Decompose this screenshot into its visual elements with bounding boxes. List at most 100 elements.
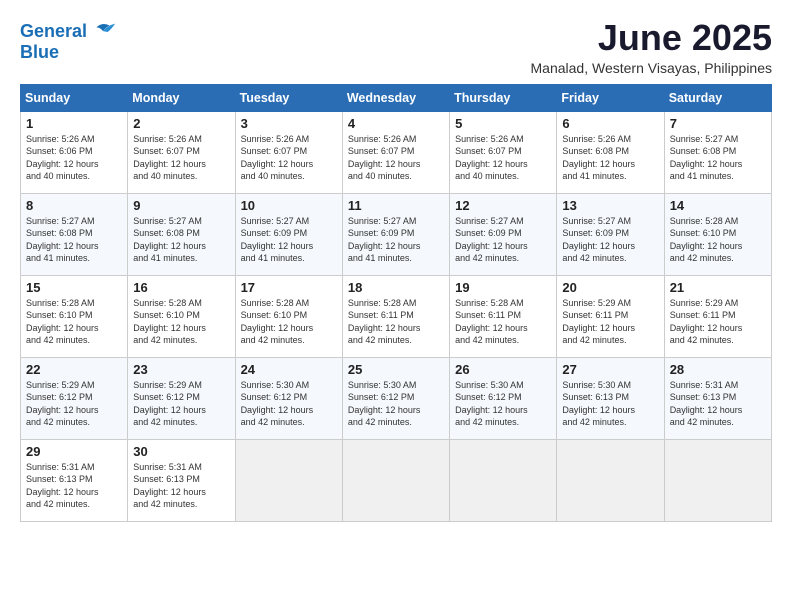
- day-number: 29: [26, 444, 122, 459]
- day-number: 25: [348, 362, 444, 377]
- day-number: 15: [26, 280, 122, 295]
- title-block: June 2025 Manalad, Western Visayas, Phil…: [531, 18, 773, 76]
- table-row: 10Sunrise: 5:27 AM Sunset: 6:09 PM Dayli…: [235, 193, 342, 275]
- day-detail: Sunrise: 5:29 AM Sunset: 6:11 PM Dayligh…: [670, 297, 766, 347]
- table-row: [235, 439, 342, 521]
- calendar-week-3: 15 Sunrise: 5:28 AM Sunset: 6:10 PM Dayli…: [21, 275, 772, 357]
- day-number: 21: [670, 280, 766, 295]
- table-row: 29 Sunrise: 5:31 AM Sunset: 6:13 PM Dayli…: [21, 439, 128, 521]
- day-detail: Sunrise: 5:31 AM Sunset: 6:13 PM Dayligh…: [26, 461, 122, 511]
- table-row: 26 Sunrise: 5:30 AM Sunset: 6:12 PM Dayli…: [450, 357, 557, 439]
- col-thursday: Thursday: [450, 84, 557, 111]
- day-number: 30: [133, 444, 229, 459]
- table-row: 25 Sunrise: 5:30 AM Sunset: 6:12 PM Dayli…: [342, 357, 449, 439]
- day-detail: Sunrise: 5:28 AM Sunset: 6:11 PM Dayligh…: [348, 297, 444, 347]
- table-row: 21 Sunrise: 5:29 AM Sunset: 6:11 PM Dayli…: [664, 275, 771, 357]
- table-row: 11 Sunrise: 5:27 AM Sunset: 6:09 PM Dayli…: [342, 193, 449, 275]
- day-detail: Sunrise: 5:26 AM Sunset: 6:07 PM Dayligh…: [241, 133, 337, 183]
- col-tuesday: Tuesday: [235, 84, 342, 111]
- day-number: 16: [133, 280, 229, 295]
- day-number: 13: [562, 198, 658, 213]
- table-row: [664, 439, 771, 521]
- day-number: 1: [26, 116, 122, 131]
- table-row: 30 Sunrise: 5:31 AM Sunset: 6:13 PM Dayli…: [128, 439, 235, 521]
- table-row: 23Sunrise: 5:29 AM Sunset: 6:12 PM Dayli…: [128, 357, 235, 439]
- day-number: 12: [455, 198, 551, 213]
- col-friday: Friday: [557, 84, 664, 111]
- table-row: 22 Sunrise: 5:29 AM Sunset: 6:12 PM Dayli…: [21, 357, 128, 439]
- day-detail: Sunrise: 5:28 AM Sunset: 6:10 PM Dayligh…: [26, 297, 122, 347]
- day-detail: Sunrise: 5:30 AM Sunset: 6:12 PM Dayligh…: [348, 379, 444, 429]
- day-detail: Sunrise: 5:30 AM Sunset: 6:13 PM Dayligh…: [562, 379, 658, 429]
- calendar-week-4: 22 Sunrise: 5:29 AM Sunset: 6:12 PM Dayli…: [21, 357, 772, 439]
- day-number: 14: [670, 198, 766, 213]
- day-number: 24: [241, 362, 337, 377]
- table-row: 27 Sunrise: 5:30 AM Sunset: 6:13 PM Dayli…: [557, 357, 664, 439]
- day-number: 20: [562, 280, 658, 295]
- day-detail: Sunrise: 5:27 AM Sunset: 6:09 PM Dayligh…: [562, 215, 658, 265]
- day-detail: Sunrise: 5:26 AM Sunset: 6:06 PM Dayligh…: [26, 133, 122, 183]
- day-number: 5: [455, 116, 551, 131]
- table-row: 20Sunrise: 5:29 AM Sunset: 6:11 PM Dayli…: [557, 275, 664, 357]
- day-number: 18: [348, 280, 444, 295]
- table-row: 15 Sunrise: 5:28 AM Sunset: 6:10 PM Dayli…: [21, 275, 128, 357]
- day-detail: Sunrise: 5:29 AM Sunset: 6:12 PM Dayligh…: [133, 379, 229, 429]
- day-detail: Sunrise: 5:27 AM Sunset: 6:09 PM Dayligh…: [348, 215, 444, 265]
- day-detail: Sunrise: 5:27 AM Sunset: 6:09 PM Dayligh…: [455, 215, 551, 265]
- day-number: 27: [562, 362, 658, 377]
- day-number: 19: [455, 280, 551, 295]
- table-row: 13 Sunrise: 5:27 AM Sunset: 6:09 PM Dayli…: [557, 193, 664, 275]
- day-number: 7: [670, 116, 766, 131]
- day-number: 8: [26, 198, 122, 213]
- table-row: 5 Sunrise: 5:26 AM Sunset: 6:07 PM Daylig…: [450, 111, 557, 193]
- table-row: 3Sunrise: 5:26 AM Sunset: 6:07 PM Daylig…: [235, 111, 342, 193]
- calendar-week-5: 29 Sunrise: 5:31 AM Sunset: 6:13 PM Dayli…: [21, 439, 772, 521]
- day-number: 22: [26, 362, 122, 377]
- day-detail: Sunrise: 5:29 AM Sunset: 6:12 PM Dayligh…: [26, 379, 122, 429]
- day-detail: Sunrise: 5:27 AM Sunset: 6:08 PM Dayligh…: [670, 133, 766, 183]
- day-number: 11: [348, 198, 444, 213]
- table-row: 12 Sunrise: 5:27 AM Sunset: 6:09 PM Dayli…: [450, 193, 557, 275]
- table-row: 17 Sunrise: 5:28 AM Sunset: 6:10 PM Dayli…: [235, 275, 342, 357]
- day-number: 9: [133, 198, 229, 213]
- col-monday: Monday: [128, 84, 235, 111]
- logo-text: General: [20, 22, 87, 42]
- month-title: June 2025: [531, 18, 773, 58]
- table-row: [557, 439, 664, 521]
- day-detail: Sunrise: 5:28 AM Sunset: 6:10 PM Dayligh…: [133, 297, 229, 347]
- table-row: 19 Sunrise: 5:28 AM Sunset: 6:11 PM Dayli…: [450, 275, 557, 357]
- day-detail: Sunrise: 5:31 AM Sunset: 6:13 PM Dayligh…: [133, 461, 229, 511]
- calendar-week-2: 8 Sunrise: 5:27 AM Sunset: 6:08 PM Daylig…: [21, 193, 772, 275]
- col-wednesday: Wednesday: [342, 84, 449, 111]
- day-detail: Sunrise: 5:26 AM Sunset: 6:07 PM Dayligh…: [455, 133, 551, 183]
- day-number: 2: [133, 116, 229, 131]
- day-detail: Sunrise: 5:26 AM Sunset: 6:07 PM Dayligh…: [133, 133, 229, 183]
- day-number: 17: [241, 280, 337, 295]
- table-row: 18 Sunrise: 5:28 AM Sunset: 6:11 PM Dayli…: [342, 275, 449, 357]
- calendar-week-1: 1 Sunrise: 5:26 AM Sunset: 6:06 PM Daylig…: [21, 111, 772, 193]
- table-row: 8 Sunrise: 5:27 AM Sunset: 6:08 PM Daylig…: [21, 193, 128, 275]
- day-detail: Sunrise: 5:27 AM Sunset: 6:08 PM Dayligh…: [26, 215, 122, 265]
- day-detail: Sunrise: 5:28 AM Sunset: 6:11 PM Dayligh…: [455, 297, 551, 347]
- table-row: 6 Sunrise: 5:26 AM Sunset: 6:08 PM Daylig…: [557, 111, 664, 193]
- day-detail: Sunrise: 5:31 AM Sunset: 6:13 PM Dayligh…: [670, 379, 766, 429]
- table-row: [342, 439, 449, 521]
- header-row: Sunday Monday Tuesday Wednesday Thursday…: [21, 84, 772, 111]
- day-detail: Sunrise: 5:30 AM Sunset: 6:12 PM Dayligh…: [455, 379, 551, 429]
- day-number: 10: [241, 198, 337, 213]
- day-number: 6: [562, 116, 658, 131]
- col-sunday: Sunday: [21, 84, 128, 111]
- day-detail: Sunrise: 5:26 AM Sunset: 6:08 PM Dayligh…: [562, 133, 658, 183]
- location-subtitle: Manalad, Western Visayas, Philippines: [531, 60, 773, 76]
- day-detail: Sunrise: 5:27 AM Sunset: 6:08 PM Dayligh…: [133, 215, 229, 265]
- table-row: 28Sunrise: 5:31 AM Sunset: 6:13 PM Dayli…: [664, 357, 771, 439]
- table-row: 14Sunrise: 5:28 AM Sunset: 6:10 PM Dayli…: [664, 193, 771, 275]
- logo: General Blue: [20, 18, 117, 63]
- day-number: 4: [348, 116, 444, 131]
- table-row: 4Sunrise: 5:26 AM Sunset: 6:07 PM Daylig…: [342, 111, 449, 193]
- day-number: 26: [455, 362, 551, 377]
- table-row: 7 Sunrise: 5:27 AM Sunset: 6:08 PM Daylig…: [664, 111, 771, 193]
- logo-bird-icon: [89, 18, 117, 46]
- day-detail: Sunrise: 5:28 AM Sunset: 6:10 PM Dayligh…: [241, 297, 337, 347]
- table-row: 2 Sunrise: 5:26 AM Sunset: 6:07 PM Daylig…: [128, 111, 235, 193]
